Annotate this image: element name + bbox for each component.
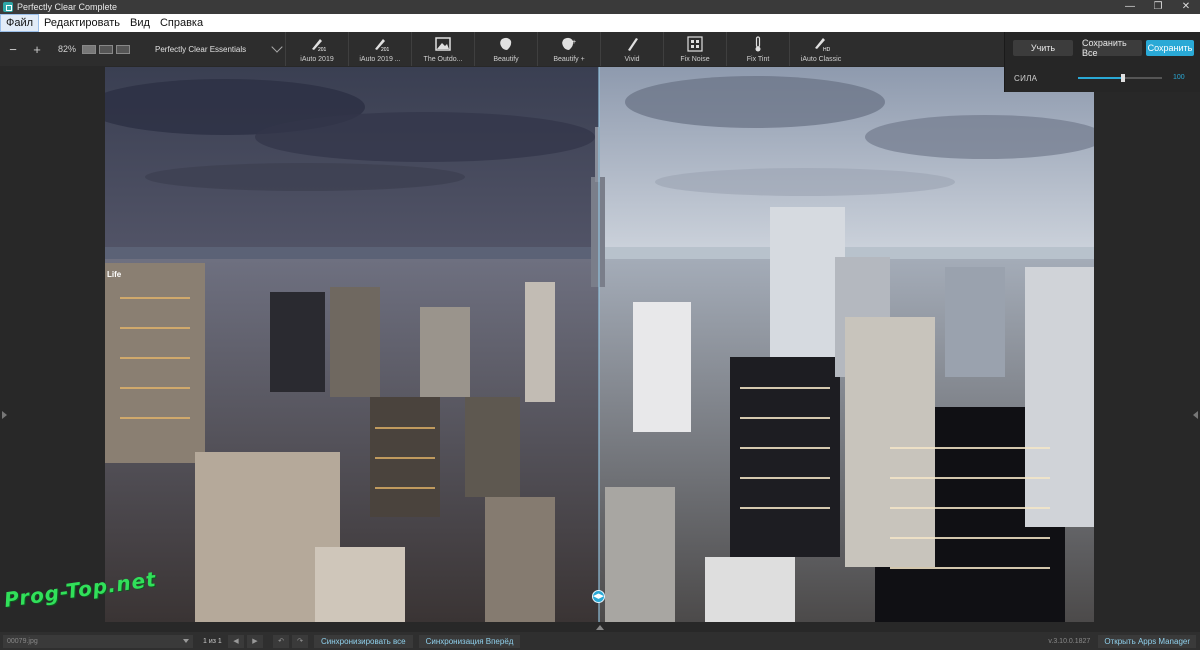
right-panel-toggle-icon[interactable] <box>1193 411 1198 419</box>
menu-edit[interactable]: Редактировать <box>39 14 125 32</box>
face-icon <box>497 36 515 52</box>
redo-icon[interactable]: ↷ <box>292 634 308 648</box>
page-indicator: 1 из 1 <box>203 637 222 645</box>
split-handle-icon[interactable]: ◀▶ <box>592 590 605 603</box>
single-view-icon[interactable] <box>82 44 97 54</box>
window-title: Perfectly Clear Complete <box>17 2 118 12</box>
preset-label: Beautify <box>493 55 519 63</box>
prev-image-button[interactable]: ◀ <box>228 634 244 648</box>
preset-iauto-classic[interactable]: HD iAuto Classic <box>789 32 852 66</box>
preset-label: iAuto Classic <box>800 55 842 63</box>
preset-fix-noise[interactable]: Fix Noise <box>663 32 726 66</box>
open-apps-manager-button[interactable]: Открыть Apps Manager <box>1098 634 1196 648</box>
brush-icon <box>623 36 641 52</box>
svg-text:2019: 2019 <box>381 47 389 52</box>
right-panel: Учить Сохранить Все Сохранить СИЛА 100 <box>1004 32 1200 92</box>
version-label: v.3.10.0.1827 <box>1048 637 1091 645</box>
svg-text:HD: HD <box>823 47 830 52</box>
preset-label: Fix Tint <box>746 55 770 63</box>
preset-fix-tint[interactable]: Fix Tint <box>726 32 789 66</box>
preset-label: Fix Noise <box>680 55 710 63</box>
save-button[interactable]: Сохранить <box>1146 40 1194 56</box>
zoom-level: 82% <box>58 44 77 54</box>
preset-label: Vivid <box>624 55 640 63</box>
left-panel-toggle-icon[interactable] <box>2 411 7 419</box>
dropdown-arrow-icon <box>183 639 189 643</box>
next-image-button[interactable]: ▶ <box>247 634 263 648</box>
svg-text:+: + <box>572 39 576 46</box>
sync-forward-button[interactable]: Синхронизация Вперёд <box>418 634 521 648</box>
preset-label: The Outdo... <box>423 55 463 63</box>
filmstrip-toggle-icon[interactable] <box>596 625 604 630</box>
preset-beautify-plus[interactable]: + Beautify + <box>537 32 600 66</box>
filename: 00079.jpg <box>7 637 38 645</box>
strength-slider-handle[interactable] <box>1120 74 1125 82</box>
menu-help[interactable]: Справка <box>155 14 208 32</box>
strength-slider-fill <box>1078 77 1123 79</box>
learn-button[interactable]: Учить <box>1013 40 1073 56</box>
noise-grid-icon <box>686 35 704 52</box>
brush-2019-icon: 2019 <box>308 36 326 52</box>
landscape-icon <box>434 36 452 52</box>
thermometer-icon <box>749 35 767 52</box>
preset-label: Beautify + <box>553 55 585 63</box>
save-all-button[interactable]: Сохранить Все <box>1082 38 1142 58</box>
menu-view[interactable]: Вид <box>125 14 155 32</box>
close-button[interactable]: ✕ <box>1172 0 1200 14</box>
menu-file[interactable]: Файл <box>0 14 40 32</box>
svg-text:2019: 2019 <box>318 47 326 52</box>
preset-iauto-2019[interactable]: 2019 iAuto 2019 <box>285 32 348 66</box>
preset-label: iAuto 2019 ... <box>359 55 401 63</box>
zoom-in-button[interactable]: + <box>28 42 46 57</box>
preset-beautify[interactable]: Beautify <box>474 32 537 66</box>
preset-group-label: Perfectly Clear Essentials <box>155 44 247 54</box>
face-plus-icon: + <box>560 36 578 52</box>
zoom-out-button[interactable]: − <box>4 42 22 57</box>
menu-bar: Файл Редактировать Вид Справка <box>0 14 1200 32</box>
sync-all-button[interactable]: Синхронизировать все <box>314 634 413 648</box>
maximize-button[interactable]: ❐ <box>1144 0 1172 14</box>
chevron-down-icon <box>271 41 283 53</box>
strength-slider[interactable] <box>1078 74 1162 82</box>
title-bar: Perfectly Clear Complete — ❐ ✕ <box>0 0 1200 14</box>
split-view-icon[interactable] <box>99 44 114 54</box>
building-sign: Life <box>107 270 122 279</box>
preset-vivid[interactable]: Vivid <box>600 32 663 66</box>
file-select-dropdown[interactable]: 00079.jpg <box>3 634 193 648</box>
brush-hd-icon: HD <box>812 36 830 52</box>
app-logo-icon <box>3 2 13 12</box>
preset-iauto-2019-variant[interactable]: 2019 iAuto 2019 ... <box>348 32 411 66</box>
status-bar: 00079.jpg 1 из 1 ◀ ▶ ↶ ↷ Синхронизироват… <box>0 632 1200 650</box>
undo-icon[interactable]: ↶ <box>273 634 289 648</box>
preset-label: iAuto 2019 <box>300 55 334 63</box>
strength-label: СИЛА <box>1014 74 1038 83</box>
brush-2019-icon: 2019 <box>371 36 389 52</box>
preset-strip: 2019 iAuto 2019 2019 iAuto 2019 ... The … <box>285 32 852 66</box>
preset-outdoors[interactable]: The Outdo... <box>411 32 474 66</box>
split-divider[interactable] <box>598 67 600 622</box>
preset-group-dropdown[interactable]: Perfectly Clear Essentials <box>155 32 285 66</box>
minimize-button[interactable]: — <box>1116 0 1144 14</box>
side-by-side-view-icon[interactable] <box>116 44 131 54</box>
strength-value: 100 <box>1173 74 1185 81</box>
